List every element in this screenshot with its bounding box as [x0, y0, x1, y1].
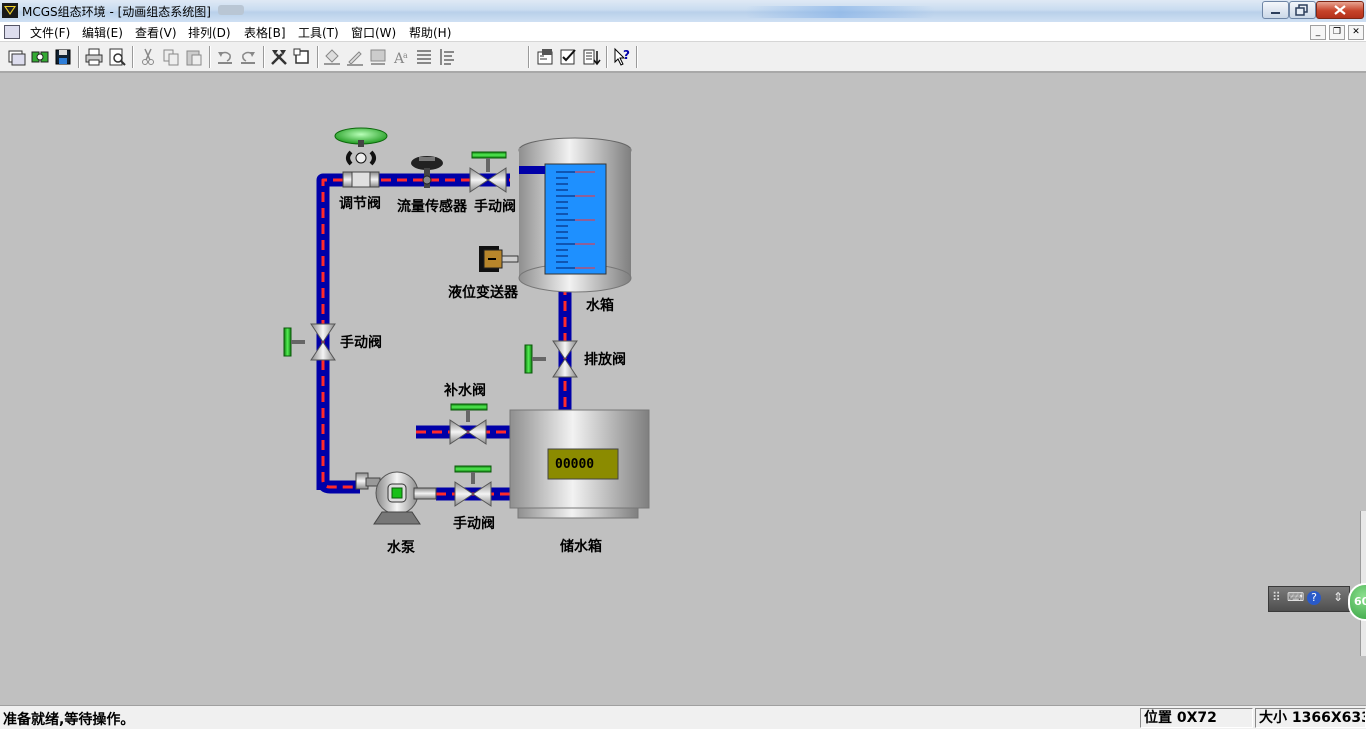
label-level-transmitter: 液位变送器: [448, 284, 519, 301]
menu-file[interactable]: 文件(F): [30, 24, 70, 41]
help-cursor-icon[interactable]: ?: [612, 47, 632, 67]
maximize-icon: [1295, 4, 1308, 16]
menu-window[interactable]: 窗口(W): [351, 24, 396, 41]
toolbar-separator: [606, 46, 608, 68]
minimize-icon: [1271, 12, 1280, 14]
maximize-button[interactable]: [1289, 1, 1316, 19]
open-icon[interactable]: [30, 47, 50, 67]
align-icon[interactable]: [414, 47, 434, 67]
chevron-down-icon[interactable]: ⇕: [1333, 590, 1343, 604]
label-pump: 水泵: [387, 539, 415, 556]
keyboard-icon[interactable]: ⌨: [1287, 590, 1304, 604]
undo-icon[interactable]: [215, 47, 235, 67]
mdi-minimize-button[interactable]: _: [1310, 25, 1326, 40]
water-pump[interactable]: [355, 471, 437, 525]
close-icon: [1334, 5, 1346, 15]
label-drain-valve: 排放阀: [584, 351, 626, 368]
property-icon[interactable]: [535, 47, 555, 67]
line-style-icon[interactable]: [368, 47, 388, 67]
toolbar-separator: [78, 46, 80, 68]
menu-view[interactable]: 查看(V): [135, 24, 177, 41]
menu-help[interactable]: 帮助(H): [409, 24, 451, 41]
cut-icon[interactable]: [138, 47, 158, 67]
label-storage-tank: 储水箱: [559, 538, 602, 555]
check-icon[interactable]: [558, 47, 578, 67]
arrange-icon[interactable]: [581, 47, 601, 67]
tools-icon[interactable]: [269, 47, 289, 67]
minimize-button[interactable]: [1262, 1, 1289, 19]
label-flow-sensor: 流量传感器: [397, 198, 468, 215]
process-diagram: 调节阀 流量传感器 手动阀 液位变送器 水箱 手动阀 排放阀 补水阀 手动阀 水…: [283, 127, 650, 556]
label-manual-valve-top: 手动阀: [474, 198, 516, 215]
toolbar-separator: [636, 46, 638, 68]
print-preview-icon[interactable]: [107, 47, 127, 67]
paste-icon[interactable]: [184, 47, 204, 67]
grip-icon[interactable]: ⠿: [1272, 590, 1281, 604]
toolbar-separator: [528, 46, 530, 68]
status-bar: 准备就绪,等待操作。 位置 0X72 大小 1366X633: [0, 705, 1366, 729]
copy-icon[interactable]: [161, 47, 181, 67]
menu-table[interactable]: 表格[B]: [244, 24, 286, 41]
label-regulating-valve: 调节阀: [339, 195, 381, 212]
title-glow: [745, 6, 935, 18]
toolbar-separator: [263, 46, 265, 68]
font-icon[interactable]: Aa: [391, 47, 411, 67]
level-transmitter[interactable]: [479, 246, 519, 272]
line-color-icon[interactable]: [345, 47, 365, 67]
menu-edit[interactable]: 编辑(E): [82, 24, 123, 41]
status-message: 准备就绪,等待操作。: [3, 712, 135, 728]
save-icon[interactable]: [53, 47, 73, 67]
toolbar: Aa ?: [0, 42, 1366, 73]
app-icon: [2, 3, 18, 18]
frame-icon[interactable]: [292, 47, 312, 67]
design-canvas[interactable]: 调节阀 流量传感器 手动阀 液位变送器 水箱 手动阀 排放阀 补水阀 手动阀 水…: [0, 73, 1366, 705]
menu-arrange[interactable]: 排列(D): [188, 24, 231, 41]
menu-tools[interactable]: 工具(T): [298, 24, 339, 41]
storage-display-value: 00000: [555, 457, 594, 472]
menu-bar: 文件(F) 编辑(E) 查看(V) 排列(D) 表格[B] 工具(T) 窗口(W…: [0, 22, 1366, 42]
window-title: MCGS组态环境 - [动画组态系统图]: [22, 5, 211, 19]
redo-icon[interactable]: [238, 47, 258, 67]
title-bar: MCGS组态环境 - [动画组态系统图]: [0, 0, 1366, 23]
toolbar-separator: [132, 46, 134, 68]
status-size: 大小 1366X633: [1255, 708, 1366, 728]
svg-text:a: a: [403, 51, 408, 60]
print-icon[interactable]: [84, 47, 104, 67]
mdi-close-button[interactable]: ✕: [1348, 25, 1364, 40]
regulating-valve[interactable]: [334, 127, 388, 188]
document-icon[interactable]: [4, 25, 20, 39]
new-window-icon[interactable]: [7, 47, 27, 67]
close-button[interactable]: [1316, 1, 1364, 19]
status-position: 位置 0X72: [1140, 708, 1253, 728]
help-icon[interactable]: ?: [1307, 591, 1321, 605]
label-makeup-valve: 补水阀: [443, 382, 486, 399]
toolbar-separator: [317, 46, 319, 68]
fill-color-icon[interactable]: [322, 47, 342, 67]
title-blur: [218, 5, 244, 15]
label-manual-valve-bottom: 手动阀: [453, 515, 495, 532]
align-right-icon[interactable]: [437, 47, 457, 67]
svg-text:?: ?: [623, 48, 630, 62]
toolbar-separator: [209, 46, 211, 68]
mdi-restore-button[interactable]: ❐: [1329, 25, 1345, 40]
water-tank[interactable]: [518, 137, 632, 293]
label-water-tank: 水箱: [586, 297, 614, 314]
floating-input-toolbar[interactable]: ⠿ ⌨ ? ⇕: [1268, 586, 1350, 612]
floating-ball-text: 60: [1354, 595, 1366, 608]
label-manual-valve-left: 手动阀: [340, 334, 382, 351]
